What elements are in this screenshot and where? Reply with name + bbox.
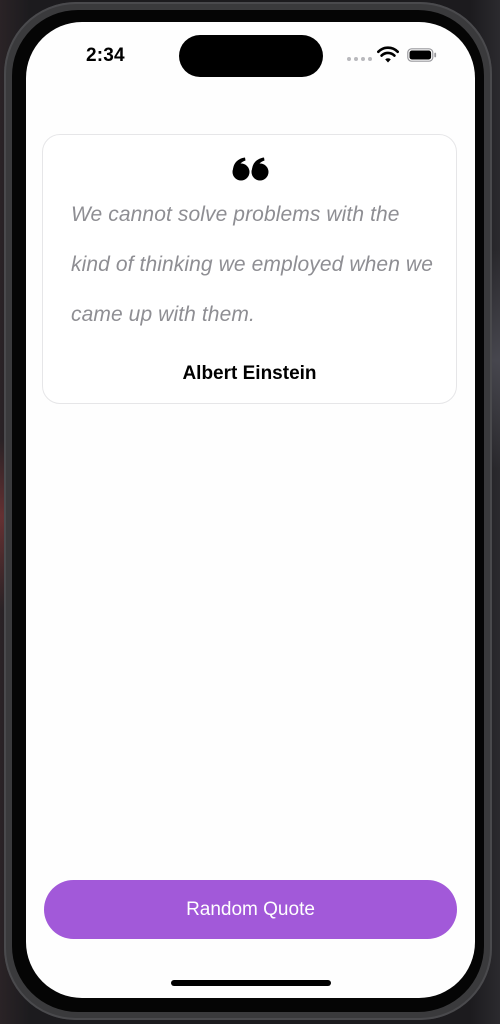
quote-text: We cannot solve problems with the kind o… bbox=[71, 203, 433, 326]
phone-screen: 2:34 We cannot solve problems with the k… bbox=[26, 22, 475, 998]
battery-icon bbox=[407, 48, 437, 62]
status-bar: 2:34 bbox=[26, 22, 475, 82]
status-time: 2:34 bbox=[86, 45, 125, 66]
wifi-icon bbox=[377, 46, 399, 63]
quote-author: Albert Einstein bbox=[182, 363, 317, 384]
random-quote-button[interactable]: Random Quote bbox=[44, 880, 457, 939]
quote-mark-icon bbox=[232, 157, 269, 181]
quote-card: We cannot solve problems with the kind o… bbox=[42, 134, 457, 404]
home-indicator[interactable] bbox=[171, 980, 331, 986]
cellular-signal-icon bbox=[347, 57, 372, 61]
dynamic-island bbox=[179, 35, 323, 77]
